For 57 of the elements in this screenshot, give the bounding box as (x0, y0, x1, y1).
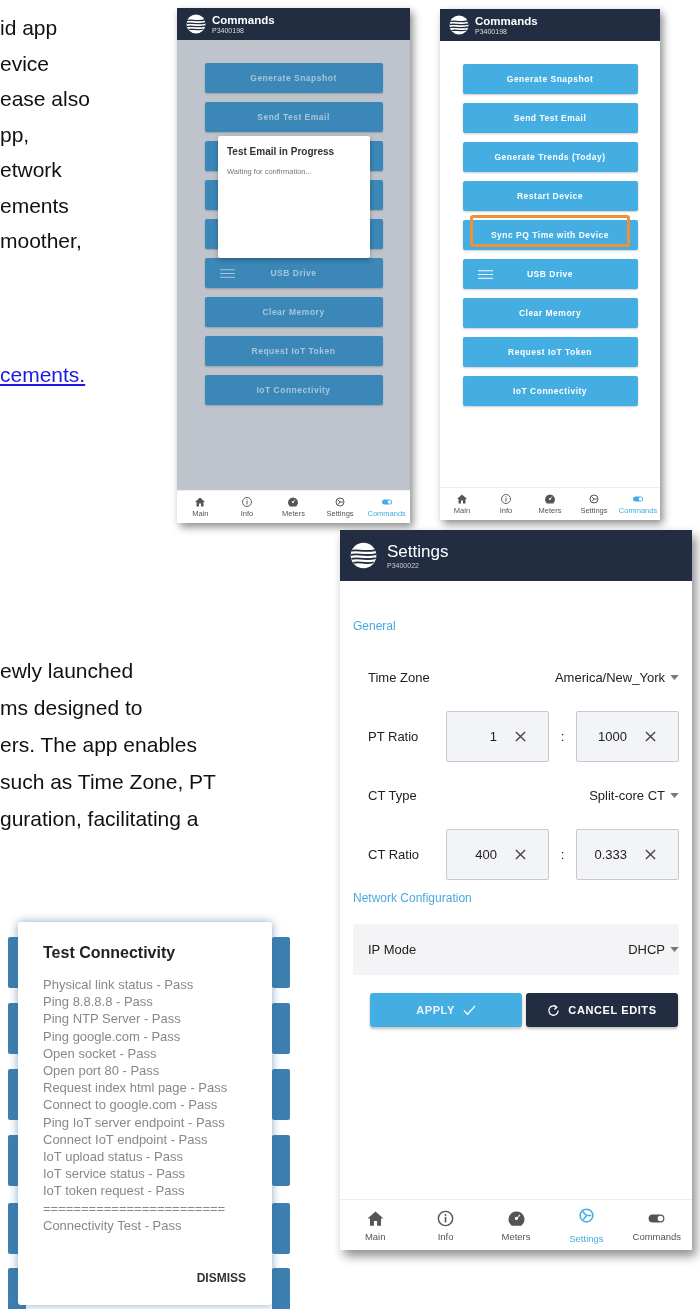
input-field[interactable]: 1000 (576, 711, 679, 762)
refresh-icon (547, 1003, 561, 1017)
screen-title: Commands (475, 14, 538, 28)
nav-tab[interactable]: Meters (480, 1208, 552, 1242)
clear-icon (645, 731, 656, 742)
dialog-title: Test Email in Progress (227, 146, 336, 157)
dropdown-caret-icon (670, 793, 679, 798)
input-field[interactable]: 1 (446, 711, 549, 762)
input-field[interactable]: 0.333 (576, 829, 679, 880)
gear-icon (588, 493, 600, 505)
body-paragraph: ewly launched ms designed to ers. The app enables such as Time Zone, PT guration, facilitating a (0, 658, 216, 832)
info-icon (500, 493, 512, 505)
home-icon (194, 496, 207, 508)
screen-title: Settings (387, 542, 449, 562)
input-field[interactable]: 400 (446, 829, 549, 880)
screen-title: Commands (212, 13, 275, 27)
section-heading: General (353, 618, 397, 635)
logo-icon (449, 15, 469, 35)
section-heading: Network Configuration (353, 890, 473, 907)
gauge-icon (544, 493, 556, 505)
body-paragraph: id app evice ease also pp, etwork ements moother, (0, 15, 90, 254)
gauge-icon (287, 496, 300, 508)
nav-tab[interactable]: Commands (621, 1208, 693, 1242)
home-icon (365, 1208, 385, 1228)
dropdown[interactable]: DHCP (628, 942, 679, 957)
setting-label: IP Mode (368, 942, 418, 957)
gear-icon (576, 1206, 596, 1225)
clear-icon (515, 849, 526, 860)
dropdown-caret-icon (670, 675, 679, 680)
nav-tab[interactable]: Info (410, 1208, 481, 1242)
test-results: Physical link status - Pass Ping 8.8.8.8 - Pass Ping NTP Server - Pass Ping google.com - Pass Open socket - Pass Open port 80 - Pass Request index html page - Pass Connect to google.com - Pass Ping IoT server endpoint - Pass Connect IoT endpoint - Pass IoT upload status - Pass IoT service status - Pass IoT token request - Pass ======================== Connectivity Test - Pass (43, 976, 229, 1235)
gear-icon (334, 496, 347, 508)
dropdown-caret-icon (670, 947, 679, 952)
logo-icon (186, 14, 206, 34)
setting-label: PT Ratio (368, 729, 420, 744)
dropdown[interactable]: America/New_York (554, 670, 679, 685)
ratio-separator: : (559, 847, 566, 862)
cancel-button[interactable]: CANCEL EDITS (526, 993, 678, 1027)
check-icon (462, 1003, 476, 1017)
dismiss-button[interactable]: DISMISS (196, 1271, 246, 1285)
info-icon (240, 496, 253, 508)
gauge-icon (506, 1208, 526, 1228)
ratio-separator: : (559, 729, 566, 744)
info-icon (436, 1208, 456, 1228)
clear-icon (645, 849, 656, 860)
dialog-title: Test Connectivity (43, 944, 177, 962)
menu-icon (476, 270, 494, 279)
setting-label: CT Type (368, 788, 418, 803)
link[interactable]: cements. (0, 360, 86, 390)
nav-tab[interactable]: Main (340, 1208, 411, 1242)
clear-icon (515, 731, 526, 742)
dropdown[interactable]: Split-core CT (589, 788, 679, 803)
setting-label: Time Zone (368, 670, 431, 685)
home-icon (456, 493, 468, 505)
logo-icon (350, 542, 377, 569)
menu-icon (218, 269, 236, 278)
setting-label: CT Ratio (368, 847, 421, 862)
